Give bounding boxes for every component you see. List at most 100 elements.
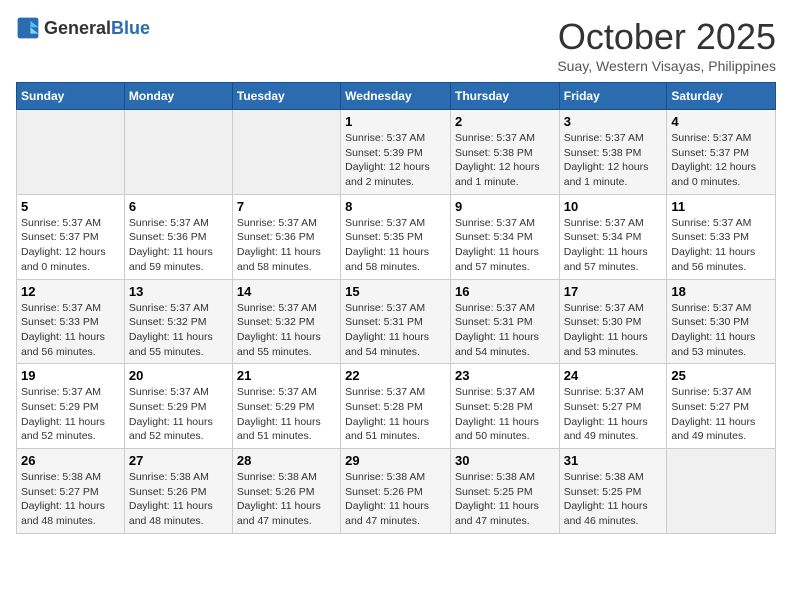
day-info: Sunrise: 5:37 AMSunset: 5:38 PMDaylight:… — [455, 131, 555, 190]
calendar-cell: 17Sunrise: 5:37 AMSunset: 5:30 PMDayligh… — [559, 279, 667, 364]
day-info: Sunrise: 5:37 AMSunset: 5:32 PMDaylight:… — [129, 301, 228, 360]
calendar-week-1: 1Sunrise: 5:37 AMSunset: 5:39 PMDaylight… — [17, 110, 776, 195]
day-info: Sunrise: 5:37 AMSunset: 5:35 PMDaylight:… — [345, 216, 446, 275]
day-number: 23 — [455, 368, 555, 383]
calendar-cell: 27 Sunrise: 5:38 AMSunset: 5:26 PMDayligh… — [124, 449, 232, 534]
day-info: Sunrise: 5:37 AMSunset: 5:36 PMDaylight:… — [237, 216, 336, 275]
calendar-cell: 28 Sunrise: 5:38 AMSunset: 5:26 PMDayligh… — [232, 449, 340, 534]
calendar-cell: 31 Sunrise: 5:38 AMSunset: 5:25 PMDayligh… — [559, 449, 667, 534]
calendar-cell: 15 Sunrise: 5:37 AMSunset: 5:31 PMDayligh… — [341, 279, 451, 364]
day-number: 5 — [21, 199, 120, 214]
calendar-cell: 9 Sunrise: 5:37 AMSunset: 5:34 PMDaylight… — [450, 194, 559, 279]
day-info: Sunrise: 5:37 AMSunset: 5:30 PMDaylight:… — [671, 301, 771, 360]
weekday-header-sunday: Sunday — [17, 83, 125, 110]
day-info: Sunrise: 5:37 AMSunset: 5:28 PMDaylight:… — [455, 385, 555, 444]
day-number: 26 — [21, 453, 120, 468]
day-number: 14 — [237, 284, 336, 299]
day-number: 28 — [237, 453, 336, 468]
day-number: 19 — [21, 368, 120, 383]
day-info: Sunrise: 5:38 AMSunset: 5:27 PMDaylight:… — [21, 470, 120, 529]
day-number: 7 — [237, 199, 336, 214]
day-info: Sunrise: 5:37 AMSunset: 5:31 PMDaylight:… — [345, 301, 446, 360]
day-number: 9 — [455, 199, 555, 214]
calendar-cell: 6 Sunrise: 5:37 AMSunset: 5:36 PMDaylight… — [124, 194, 232, 279]
calendar-cell: 11Sunrise: 5:37 AMSunset: 5:33 PMDayligh… — [667, 194, 776, 279]
day-info: Sunrise: 5:37 AMSunset: 5:29 PMDaylight:… — [129, 385, 228, 444]
day-info: Sunrise: 5:37 AMSunset: 5:36 PMDaylight:… — [129, 216, 228, 275]
calendar-cell: 22 Sunrise: 5:37 AMSunset: 5:28 PMDayligh… — [341, 364, 451, 449]
day-info: Sunrise: 5:37 AMSunset: 5:27 PMDaylight:… — [671, 385, 771, 444]
calendar-cell: 26 Sunrise: 5:38 AMSunset: 5:27 PMDayligh… — [17, 449, 125, 534]
calendar-week-2: 5 Sunrise: 5:37 AMSunset: 5:37 PMDaylight… — [17, 194, 776, 279]
calendar-cell: 13 Sunrise: 5:37 AMSunset: 5:32 PMDayligh… — [124, 279, 232, 364]
title-section: October 2025 Suay, Western Visayas, Phil… — [557, 16, 776, 74]
day-info: Sunrise: 5:38 AMSunset: 5:25 PMDaylight:… — [455, 470, 555, 529]
day-number: 27 — [129, 453, 228, 468]
calendar-cell: 8 Sunrise: 5:37 AMSunset: 5:35 PMDaylight… — [341, 194, 451, 279]
weekday-header-monday: Monday — [124, 83, 232, 110]
day-number: 25 — [671, 368, 771, 383]
day-number: 22 — [345, 368, 446, 383]
calendar-cell — [232, 110, 340, 195]
day-info: Sunrise: 5:37 AMSunset: 5:31 PMDaylight:… — [455, 301, 555, 360]
logo-blue: Blue — [111, 18, 150, 38]
day-info: Sunrise: 5:37 AMSunset: 5:28 PMDaylight:… — [345, 385, 446, 444]
calendar-cell: 21 Sunrise: 5:37 AMSunset: 5:29 PMDayligh… — [232, 364, 340, 449]
calendar-cell: 16 Sunrise: 5:37 AMSunset: 5:31 PMDayligh… — [450, 279, 559, 364]
day-info: Sunrise: 5:37 AMSunset: 5:39 PMDaylight:… — [345, 131, 446, 190]
calendar-cell: 30 Sunrise: 5:38 AMSunset: 5:25 PMDayligh… — [450, 449, 559, 534]
calendar-header: SundayMondayTuesdayWednesdayThursdayFrid… — [17, 83, 776, 110]
day-info: Sunrise: 5:38 AMSunset: 5:26 PMDaylight:… — [237, 470, 336, 529]
day-number: 30 — [455, 453, 555, 468]
calendar-cell: 5 Sunrise: 5:37 AMSunset: 5:37 PMDaylight… — [17, 194, 125, 279]
day-number: 20 — [129, 368, 228, 383]
day-number: 8 — [345, 199, 446, 214]
calendar-cell: 29Sunrise: 5:38 AMSunset: 5:26 PMDayligh… — [341, 449, 451, 534]
day-number: 24 — [564, 368, 663, 383]
day-info: Sunrise: 5:37 AMSunset: 5:37 PMDaylight:… — [21, 216, 120, 275]
day-number: 6 — [129, 199, 228, 214]
logo-icon — [16, 16, 40, 40]
day-info: Sunrise: 5:37 AMSunset: 5:29 PMDaylight:… — [237, 385, 336, 444]
day-number: 2 — [455, 114, 555, 129]
day-number: 11 — [671, 199, 771, 214]
day-info: Sunrise: 5:37 AMSunset: 5:37 PMDaylight:… — [671, 131, 771, 190]
day-number: 31 — [564, 453, 663, 468]
page-header: GeneralBlue October 2025 Suay, Western V… — [16, 16, 776, 74]
calendar-cell: 3 Sunrise: 5:37 AMSunset: 5:38 PMDaylight… — [559, 110, 667, 195]
day-number: 12 — [21, 284, 120, 299]
day-info: Sunrise: 5:38 AMSunset: 5:26 PMDaylight:… — [345, 470, 446, 529]
day-number: 13 — [129, 284, 228, 299]
weekday-header-wednesday: Wednesday — [341, 83, 451, 110]
logo: GeneralBlue — [16, 16, 150, 40]
day-number: 15 — [345, 284, 446, 299]
day-number: 16 — [455, 284, 555, 299]
day-info: Sunrise: 5:37 AMSunset: 5:38 PMDaylight:… — [564, 131, 663, 190]
weekday-row: SundayMondayTuesdayWednesdayThursdayFrid… — [17, 83, 776, 110]
calendar-cell: 12 Sunrise: 5:37 AMSunset: 5:33 PMDayligh… — [17, 279, 125, 364]
calendar-week-5: 26 Sunrise: 5:38 AMSunset: 5:27 PMDayligh… — [17, 449, 776, 534]
calendar-cell: 25 Sunrise: 5:37 AMSunset: 5:27 PMDayligh… — [667, 364, 776, 449]
logo-general: General — [44, 18, 111, 38]
day-info: Sunrise: 5:37 AMSunset: 5:27 PMDaylight:… — [564, 385, 663, 444]
calendar-table: SundayMondayTuesdayWednesdayThursdayFrid… — [16, 82, 776, 534]
calendar-cell — [17, 110, 125, 195]
day-info: Sunrise: 5:37 AMSunset: 5:33 PMDaylight:… — [21, 301, 120, 360]
day-number: 3 — [564, 114, 663, 129]
day-info: Sunrise: 5:37 AMSunset: 5:30 PMDaylight:… — [564, 301, 663, 360]
day-number: 4 — [671, 114, 771, 129]
day-info: Sunrise: 5:37 AMSunset: 5:34 PMDaylight:… — [455, 216, 555, 275]
calendar-cell: 4 Sunrise: 5:37 AMSunset: 5:37 PMDaylight… — [667, 110, 776, 195]
day-info: Sunrise: 5:38 AMSunset: 5:25 PMDaylight:… — [564, 470, 663, 529]
calendar-cell: 23 Sunrise: 5:37 AMSunset: 5:28 PMDayligh… — [450, 364, 559, 449]
day-number: 21 — [237, 368, 336, 383]
day-info: Sunrise: 5:38 AMSunset: 5:26 PMDaylight:… — [129, 470, 228, 529]
day-info: Sunrise: 5:37 AMSunset: 5:34 PMDaylight:… — [564, 216, 663, 275]
day-number: 10 — [564, 199, 663, 214]
location: Suay, Western Visayas, Philippines — [557, 58, 776, 74]
day-info: Sunrise: 5:37 AMSunset: 5:29 PMDaylight:… — [21, 385, 120, 444]
weekday-header-friday: Friday — [559, 83, 667, 110]
calendar-week-3: 12 Sunrise: 5:37 AMSunset: 5:33 PMDayligh… — [17, 279, 776, 364]
calendar-cell: 1Sunrise: 5:37 AMSunset: 5:39 PMDaylight… — [341, 110, 451, 195]
calendar-week-4: 19 Sunrise: 5:37 AMSunset: 5:29 PMDayligh… — [17, 364, 776, 449]
